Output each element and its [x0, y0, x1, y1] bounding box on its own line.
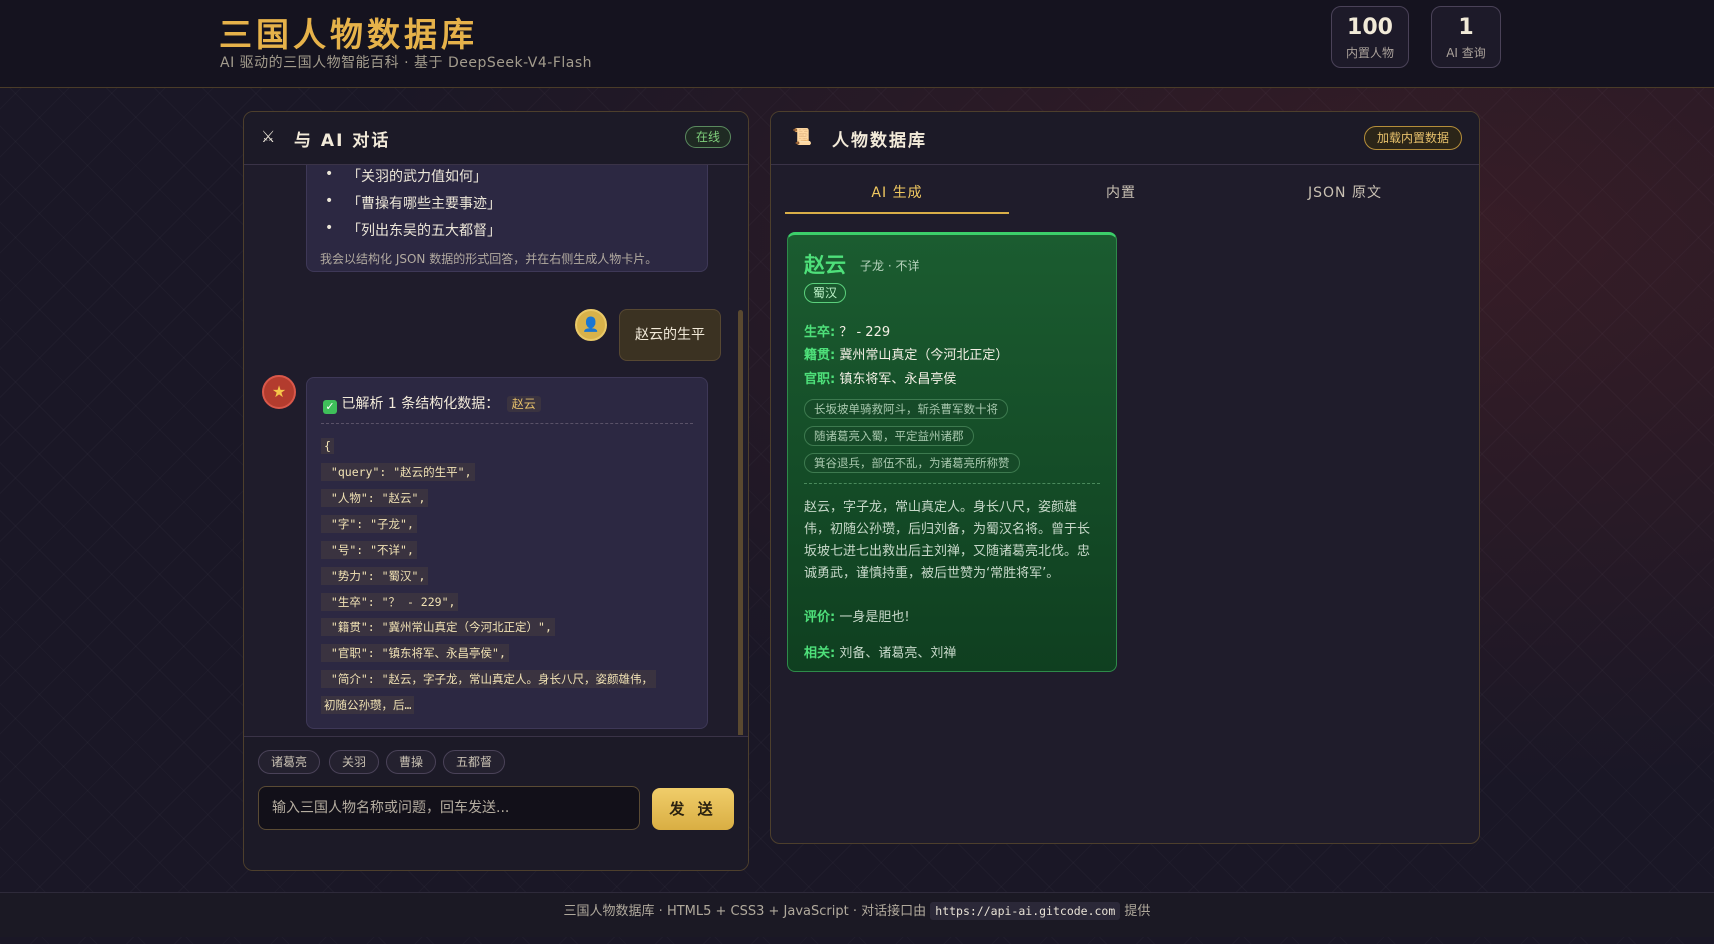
quick-chip-guan-yu[interactable]: 关羽 — [329, 750, 380, 774]
result-tag: 赵云 — [506, 396, 541, 412]
chat-messages[interactable]: 「关羽的武力值如何」 「曹操有哪些主要事迹」 「列出东吴的五大都督」 我会以结构… — [244, 165, 748, 735]
divider — [321, 423, 693, 424]
footer-text: 三国人物数据库 · HTML5 + CSS3 + JavaScript · 对话… — [563, 904, 927, 919]
json-line: "官职": "镇东将军、永昌亭侯", — [321, 644, 509, 662]
tab-builtin[interactable]: 内置 — [1009, 182, 1233, 212]
field-label: 籍贯: — [804, 348, 836, 363]
field-lifespan: 生卒: ？ - 229 — [804, 321, 890, 340]
database-panel: 📜 人物数据库 加载内置数据 AI 生成 内置 JSON 原文 赵云 子龙 · … — [770, 111, 1480, 844]
field-label: 官职: — [804, 372, 836, 387]
field-evaluation: 评价: 一身是胆也! — [804, 606, 910, 625]
json-line: "籍贯": "冀州常山真定（今河北正定）", — [321, 618, 555, 636]
chat-scrollbar[interactable] — [738, 310, 743, 735]
deed-tag: 长坂坡单骑救阿斗，斩杀曹军数十将 — [804, 399, 1008, 419]
field-value: 一身是胆也! — [839, 610, 910, 625]
footer-text-end: 提供 — [1124, 904, 1151, 919]
chat-input-area: 诸葛亮 关羽 曹操 五都督 输入三国人物名称或问题，回车发送... 发 送 — [244, 736, 748, 870]
chat-panel-header: ⚔ 与 AI 对话 在线 — [244, 112, 748, 165]
stat-ai-queries: 1 AI 查询 — [1431, 6, 1501, 68]
character-name: 赵云 — [804, 253, 846, 277]
character-card[interactable]: 赵云 子龙 · 不详 蜀汉 生卒: ？ - 229 籍贯: 冀州常山真定（今河北… — [787, 232, 1117, 672]
tab-ai-generated[interactable]: AI 生成 — [785, 182, 1009, 214]
send-button[interactable]: 发 送 — [652, 788, 734, 830]
chat-panel-title: 与 AI 对话 — [294, 131, 391, 151]
field-value: ？ - 229 — [839, 325, 891, 340]
scroll-icon: 📜 — [792, 127, 812, 146]
load-builtin-data-button[interactable]: 加载内置数据 — [1363, 126, 1462, 150]
field-value: 冀州常山真定（今河北正定） — [839, 348, 1009, 363]
stat-label: AI 查询 — [1446, 46, 1486, 60]
quick-chip-five-commanders[interactable]: 五都督 — [443, 750, 506, 774]
json-line: "人物": "赵云", — [321, 489, 429, 507]
crossed-swords-icon: ⚔ — [261, 127, 276, 146]
ai-result-message: ✓ 已解析 1 条结构化数据： 赵云 { "query": "赵云的生平", "… — [306, 377, 708, 729]
chat-input[interactable]: 输入三国人物名称或问题，回车发送... — [258, 786, 640, 830]
stat-value: 1 — [1458, 15, 1474, 40]
user-icon: 👤 — [582, 317, 600, 333]
tab-json-raw[interactable]: JSON 原文 — [1233, 182, 1457, 212]
field-hometown: 籍贯: 冀州常山真定（今河北正定） — [804, 344, 1008, 363]
result-header: ✓ 已解析 1 条结构化数据： 赵云 — [323, 393, 541, 414]
deed-tag: 随诸葛亮入蜀，平定益州诸郡 — [804, 426, 974, 446]
check-icon: ✓ — [323, 400, 337, 414]
faction-badge: 蜀汉 — [804, 283, 847, 303]
chat-panel: ⚔ 与 AI 对话 在线 「关羽的武力值如何」 「曹操有哪些主要事迹」 「列出东… — [243, 111, 749, 871]
list-item: 「曹操有哪些主要事迹」 — [325, 193, 501, 213]
field-label: 生卒: — [804, 325, 836, 340]
json-line: "势力": "蜀汉", — [321, 567, 429, 585]
api-url: https://api-ai.gitcode.com — [930, 902, 1121, 920]
ai-intro-message: 「关羽的武力值如何」 「曹操有哪些主要事迹」 「列出东吴的五大都督」 我会以结构… — [306, 165, 708, 272]
quick-chip-cao-cao[interactable]: 曹操 — [386, 750, 437, 774]
field-label: 相关: — [804, 646, 836, 661]
field-office: 官职: 镇东将军、永昌亭侯 — [804, 368, 956, 387]
json-line: { — [321, 438, 334, 454]
stat-value: 100 — [1347, 15, 1393, 40]
json-line: "生卒": "？ - 229", — [321, 593, 459, 611]
field-value: 镇东将军、永昌亭侯 — [839, 372, 957, 387]
intro-note: 我会以结构化 JSON 数据的形式回答，并在右侧生成人物卡片。 — [320, 252, 658, 266]
deed-tag: 箕谷退兵，部伍不乱，为诸葛亮所称赞 — [804, 453, 1020, 473]
json-line: "号": "不详", — [321, 541, 417, 559]
quick-chip-zhuge-liang[interactable]: 诸葛亮 — [258, 750, 321, 774]
database-panel-title: 人物数据库 — [832, 131, 927, 151]
user-message: 赵云的生平 — [619, 309, 721, 361]
stat-label: 内置人物 — [1345, 46, 1394, 60]
site-title: 三国人物数据库 — [219, 15, 478, 54]
json-line: "简介": "赵云，字子龙，常山真定人。身长八尺，姿颜雄伟， — [321, 670, 657, 688]
page-footer: 三国人物数据库 · HTML5 + CSS3 + JavaScript · 对话… — [0, 892, 1714, 937]
database-panel-header: 📜 人物数据库 加载内置数据 — [771, 112, 1479, 165]
list-item: 「列出东吴的五大都督」 — [325, 220, 501, 240]
character-bio: 赵云，字子龙，常山真定人。身长八尺，姿颜雄伟，初随公孙瓒，后归刘备，为蜀汉名将。… — [804, 500, 1091, 581]
site-subtitle: AI 驱动的三国人物智能百科 · 基于 DeepSeek-V4-Flash — [220, 55, 593, 71]
json-line: "query": "赵云的生平", — [321, 463, 475, 481]
character-alias: 子龙 · 不详 — [860, 259, 920, 273]
json-line: 初随公孙瓒，后… — [321, 696, 415, 714]
star-icon: ★ — [271, 382, 287, 401]
field-value: 刘备、诸葛亮、刘禅 — [839, 646, 957, 661]
stat-builtin-characters: 100 内置人物 — [1331, 6, 1409, 68]
online-status-badge: 在线 — [684, 126, 731, 148]
field-related: 相关: 刘备、诸葛亮、刘禅 — [804, 642, 956, 661]
ai-avatar: ★ — [262, 375, 296, 409]
result-header-text: 已解析 1 条结构化数据： — [341, 396, 500, 412]
user-avatar: 👤 — [575, 309, 607, 341]
field-label: 评价: — [804, 610, 836, 625]
list-item: 「关羽的武力值如何」 — [325, 166, 487, 186]
app-header: 三国人物数据库 AI 驱动的三国人物智能百科 · 基于 DeepSeek-V4-… — [0, 0, 1714, 88]
json-line: "字": "子龙", — [321, 515, 417, 533]
divider — [804, 483, 1100, 484]
